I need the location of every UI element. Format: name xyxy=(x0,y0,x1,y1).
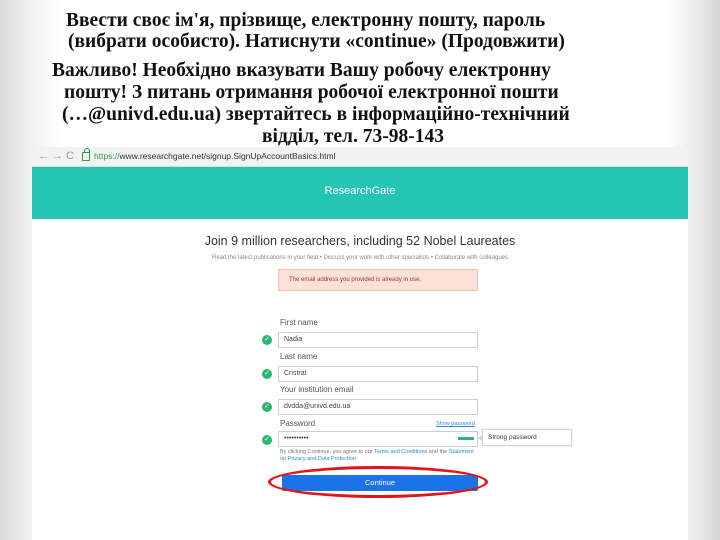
terms-mid: and the xyxy=(427,449,449,455)
instruction-line: (…@univd.edu.ua) звертайтесь в інформаці… xyxy=(62,104,570,125)
terms-link[interactable]: Terms and Conditions xyxy=(374,449,427,455)
page-subline: Read the latest publications in your fie… xyxy=(211,255,508,261)
check-icon: ✓ xyxy=(262,335,272,345)
first-name-label: First name xyxy=(280,318,318,327)
last-name-input[interactable]: Cristrat xyxy=(278,366,478,382)
browser-toolbar: ← → C https://www.researchgate.net/signu… xyxy=(32,147,688,167)
password-input[interactable]: •••••••••• xyxy=(278,431,478,447)
show-password-link[interactable]: Show password xyxy=(436,421,475,427)
instruction-line: Важливо! Необхідно вказувати Вашу робочу… xyxy=(52,60,551,81)
last-name-label: Last name xyxy=(280,352,318,361)
url-path: www.researchgate.net/signup.SignUpAccoun… xyxy=(119,151,336,161)
signup-screenshot: ← → C https://www.researchgate.net/signu… xyxy=(32,147,688,540)
address-bar[interactable]: https://www.researchgate.net/signup.Sign… xyxy=(94,151,335,161)
back-arrow-icon[interactable]: ← xyxy=(38,150,49,163)
reload-icon[interactable]: C xyxy=(66,150,74,163)
check-icon: ✓ xyxy=(262,369,272,379)
error-message: The email address you provided is alread… xyxy=(289,277,422,283)
url-scheme: https:// xyxy=(94,151,120,161)
password-strength-tooltip: Strong password xyxy=(478,429,572,446)
password-value: •••••••••• xyxy=(284,435,309,442)
highlight-oval xyxy=(268,466,488,498)
first-name-value: Nadia xyxy=(284,336,303,343)
strength-label: Strong password xyxy=(488,434,537,441)
password-label: Password xyxy=(280,419,316,428)
site-header: ResearchGate xyxy=(32,167,688,219)
lock-icon xyxy=(82,148,90,161)
check-icon: ✓ xyxy=(262,402,272,412)
instruction-text: Ввести своє ім'я, прізвище, електронну п… xyxy=(32,10,692,170)
email-label: Your institution email xyxy=(280,385,354,394)
instruction-line: пошту! З питань отримання робочої електр… xyxy=(64,82,559,103)
instruction-line: (вибрати особисто). Натиснути «continue»… xyxy=(68,31,565,52)
email-input[interactable]: dvdda@univd.edu.ua xyxy=(278,399,478,415)
forward-arrow-icon[interactable]: → xyxy=(52,150,63,163)
slide: Ввести своє ім'я, прізвище, електронну п… xyxy=(0,0,720,540)
terms-notice: By clicking Continue, you agree to our T… xyxy=(280,449,480,463)
page-headline: Join 9 million researchers, including 52… xyxy=(204,234,516,248)
error-alert: The email address you provided is alread… xyxy=(278,269,478,291)
first-name-input[interactable]: Nadia xyxy=(278,332,478,348)
instruction-line: Ввести своє ім'я, прізвище, електронну п… xyxy=(66,10,546,31)
check-icon: ✓ xyxy=(262,435,272,445)
instruction-line: відділ, тел. 73-98-143 xyxy=(262,126,444,147)
terms-text: By clicking Continue, you agree to our xyxy=(280,449,375,455)
researchgate-logo[interactable]: ResearchGate xyxy=(32,185,688,197)
password-strength-bar xyxy=(458,437,474,440)
last-name-value: Cristrat xyxy=(284,370,307,377)
email-value: dvdda@univd.edu.ua xyxy=(284,403,351,410)
